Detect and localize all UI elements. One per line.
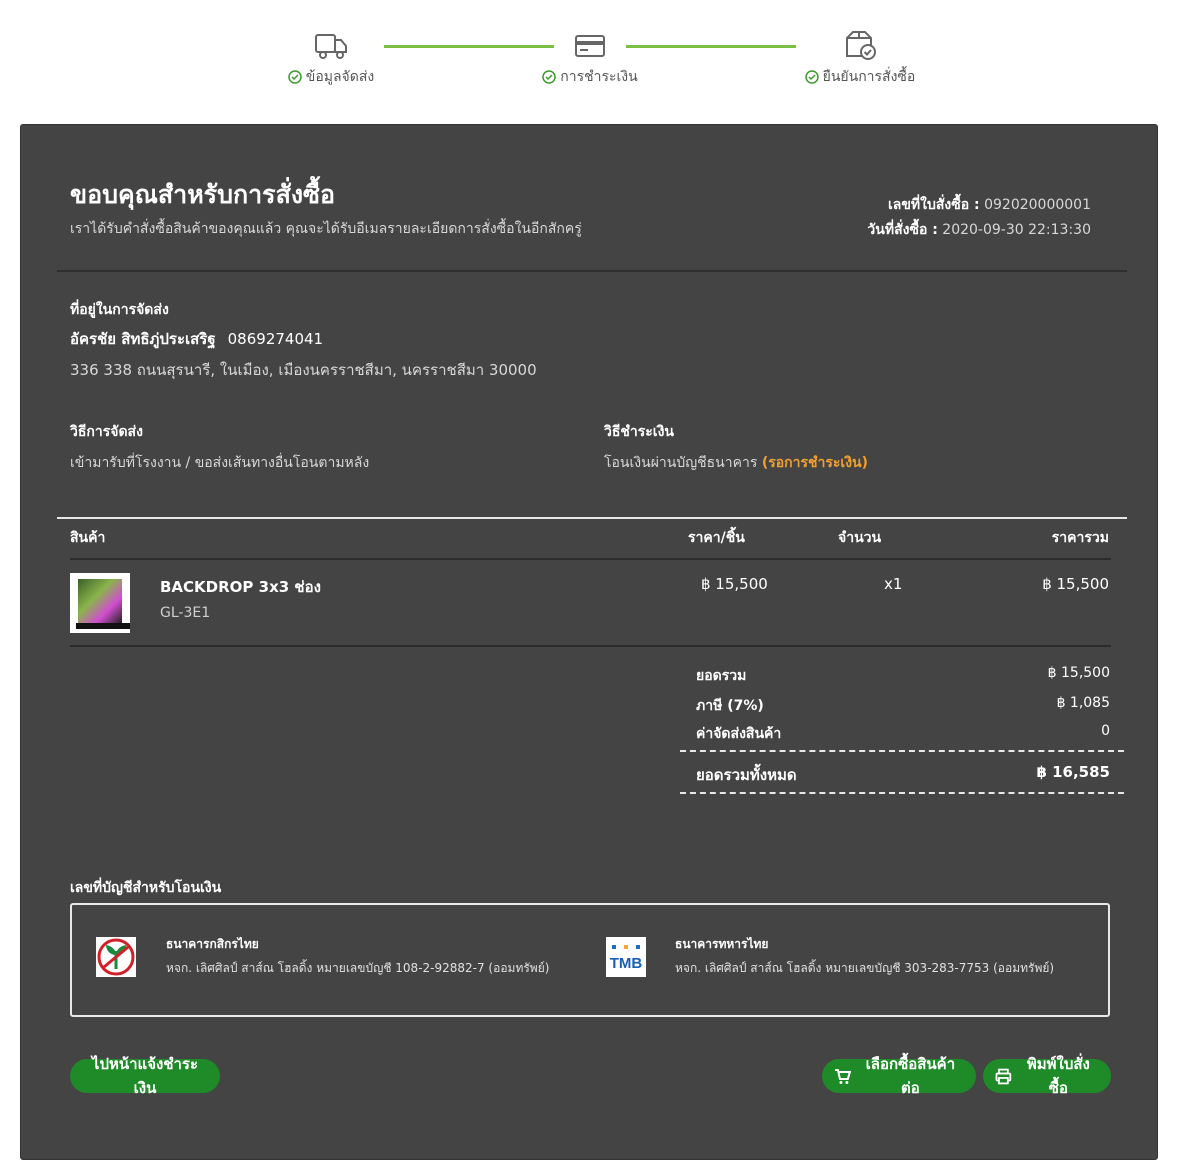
order-number-label: เลขที่ใบสั่งซื้อ : <box>888 197 980 213</box>
step-label: การชำระเงิน <box>560 69 638 85</box>
product-name[interactable]: BACKDROP 3x3 ช่อง <box>160 575 321 599</box>
shipping-fee-label: ค่าจัดส่งสินค้า <box>696 726 782 742</box>
box-check-icon <box>846 31 876 60</box>
step-label: ข้อมูลจัดส่ง <box>305 69 375 85</box>
order-date: 2020-09-30 22:13:30 <box>942 222 1091 238</box>
bank-name: ธนาคารทหารไทย <box>675 937 769 951</box>
kasikorn-logo-icon <box>97 938 135 976</box>
col-header-product: สินค้า <box>70 530 106 546</box>
tmb-logo-text: TMB <box>610 955 643 972</box>
page-title: ขอบคุณสำหรับการสั่งซื้อ <box>70 180 336 209</box>
totals-bottom-divider <box>680 792 1124 794</box>
step-confirm: ยืนยันการสั่งซื้อ <box>760 28 960 88</box>
truck-icon <box>315 34 347 59</box>
recipient-line: อัครชัย สิทธิภู่ประเสริฐ 0869274041 <box>70 327 323 351</box>
step-payment: การชำระเงิน <box>490 28 690 88</box>
checkout-stepper: ข้อมูลจัดส่ง การชำระเงิน ยืนยันการสั่งซื… <box>0 0 1178 110</box>
step-label: ยืนยันการสั่งซื้อ <box>822 69 916 85</box>
payment-method-label: วิธีชำระเงิน <box>604 424 674 440</box>
shipping-fee-value: 0 <box>1101 723 1110 739</box>
print-order-label: พิมพ์ใบสั่งซื้อ <box>1026 1055 1090 1097</box>
tmb-logo: TMB <box>606 937 646 977</box>
kasikorn-logo <box>96 937 136 977</box>
page-subtitle: เราได้รับคำสั่งซื้อสินค้าของคุณแล้ว คุณจ… <box>70 221 582 237</box>
table-header-divider <box>70 558 1111 560</box>
product-thumbnail[interactable] <box>70 573 130 633</box>
recipient-name: อัครชัย สิทธิภู่ประเสริฐ <box>70 330 216 348</box>
order-number: 092020000001 <box>984 197 1091 213</box>
recipient-phone: 0869274041 <box>227 330 324 348</box>
col-header-total: ราคารวม <box>1051 530 1109 546</box>
subtotal-label: ยอดรวม <box>696 668 747 684</box>
table-bottom-divider <box>70 645 1111 647</box>
tmb-logo-icon: TMB <box>606 937 646 977</box>
col-header-qty: จำนวน <box>838 530 882 546</box>
bank-account-detail: หจก. เลิศศิลป์ สาส์ณ โฮลดิ้ง หมายเลขบัญช… <box>675 961 1055 975</box>
print-order-button[interactable]: พิมพ์ใบสั่งซื้อ <box>983 1055 1111 1097</box>
product-sku: GL-3E1 <box>160 605 211 621</box>
continue-shopping-label: เลือกซื้อสินค้าต่อ <box>865 1055 956 1097</box>
order-date-label: วันที่สั่งซื้อ : <box>867 222 938 238</box>
payment-method-value: โอนเงินผ่านบัญชีธนาคาร <box>604 455 758 471</box>
notify-payment-button[interactable]: ไปหน้าแจ้งชำระเงิน <box>70 1055 220 1097</box>
payment-method: โอนเงินผ่านบัญชีธนาคาร (รอการชำระเงิน) <box>604 452 868 474</box>
printer-icon <box>995 1068 1012 1084</box>
continue-shopping-button[interactable]: เลือกซื้อสินค้าต่อ <box>822 1055 976 1097</box>
bank-accounts-box: ธนาคารกสิกรไทย หจก. เลิศศิลป์ สาส์ณ โฮลด… <box>70 903 1110 1017</box>
shipping-method: เข้ามารับที่โรงงาน / ขอส่งเส้นทางอื่นโอน… <box>70 455 370 471</box>
bank-accounts-title: เลขที่บัญชีสำหรับโอนเงิน <box>70 880 222 896</box>
check-circle-icon <box>804 70 819 84</box>
step-shipping: ข้อมูลจัดส่ง <box>231 28 431 88</box>
shipping-address: 336 338 ถนนสุรนารี, ในเมือง, เมืองนครราช… <box>70 361 537 379</box>
totals-divider <box>680 750 1124 752</box>
check-circle-icon <box>542 70 557 84</box>
shipping-address-label: ที่อยู่ในการจัดส่ง <box>70 302 169 318</box>
cart-icon <box>834 1068 851 1084</box>
shipping-method-label: วิธีการจัดส่ง <box>70 424 143 440</box>
notify-payment-label: ไปหน้าแจ้งชำระเงิน <box>91 1055 199 1097</box>
product-total: ฿ 15,500 <box>1042 575 1109 593</box>
product-qty: x1 <box>884 575 903 593</box>
credit-card-icon <box>575 35 605 57</box>
product-price: ฿ 15,500 <box>701 575 768 593</box>
subtotal-value: ฿ 15,500 <box>1047 665 1110 681</box>
order-meta: เลขที่ใบสั่งซื้อ : 092020000001 วันที่สั… <box>867 193 1091 243</box>
check-circle-icon <box>288 70 302 84</box>
table-top-divider <box>57 517 1127 519</box>
payment-status-badge: (รอการชำระเงิน) <box>761 455 869 471</box>
bank-name: ธนาคารกสิกรไทย <box>166 937 259 951</box>
tax-value: ฿ 1,085 <box>1056 695 1110 711</box>
grand-total-value: ฿ 16,585 <box>1036 763 1110 781</box>
col-header-price: ราคา/ชิ้น <box>688 530 745 546</box>
bank-account-detail: หจก. เลิศศิลป์ สาส์ณ โฮลดิ้ง หมายเลขบัญช… <box>166 961 550 975</box>
header-divider <box>57 270 1127 272</box>
order-confirmation-card: ขอบคุณสำหรับการสั่งซื้อ เราได้รับคำสั่งซ… <box>20 124 1158 1160</box>
tax-label: ภาษี (7%) <box>696 698 764 714</box>
grand-total-label: ยอดรวมทั้งหมด <box>696 766 797 784</box>
